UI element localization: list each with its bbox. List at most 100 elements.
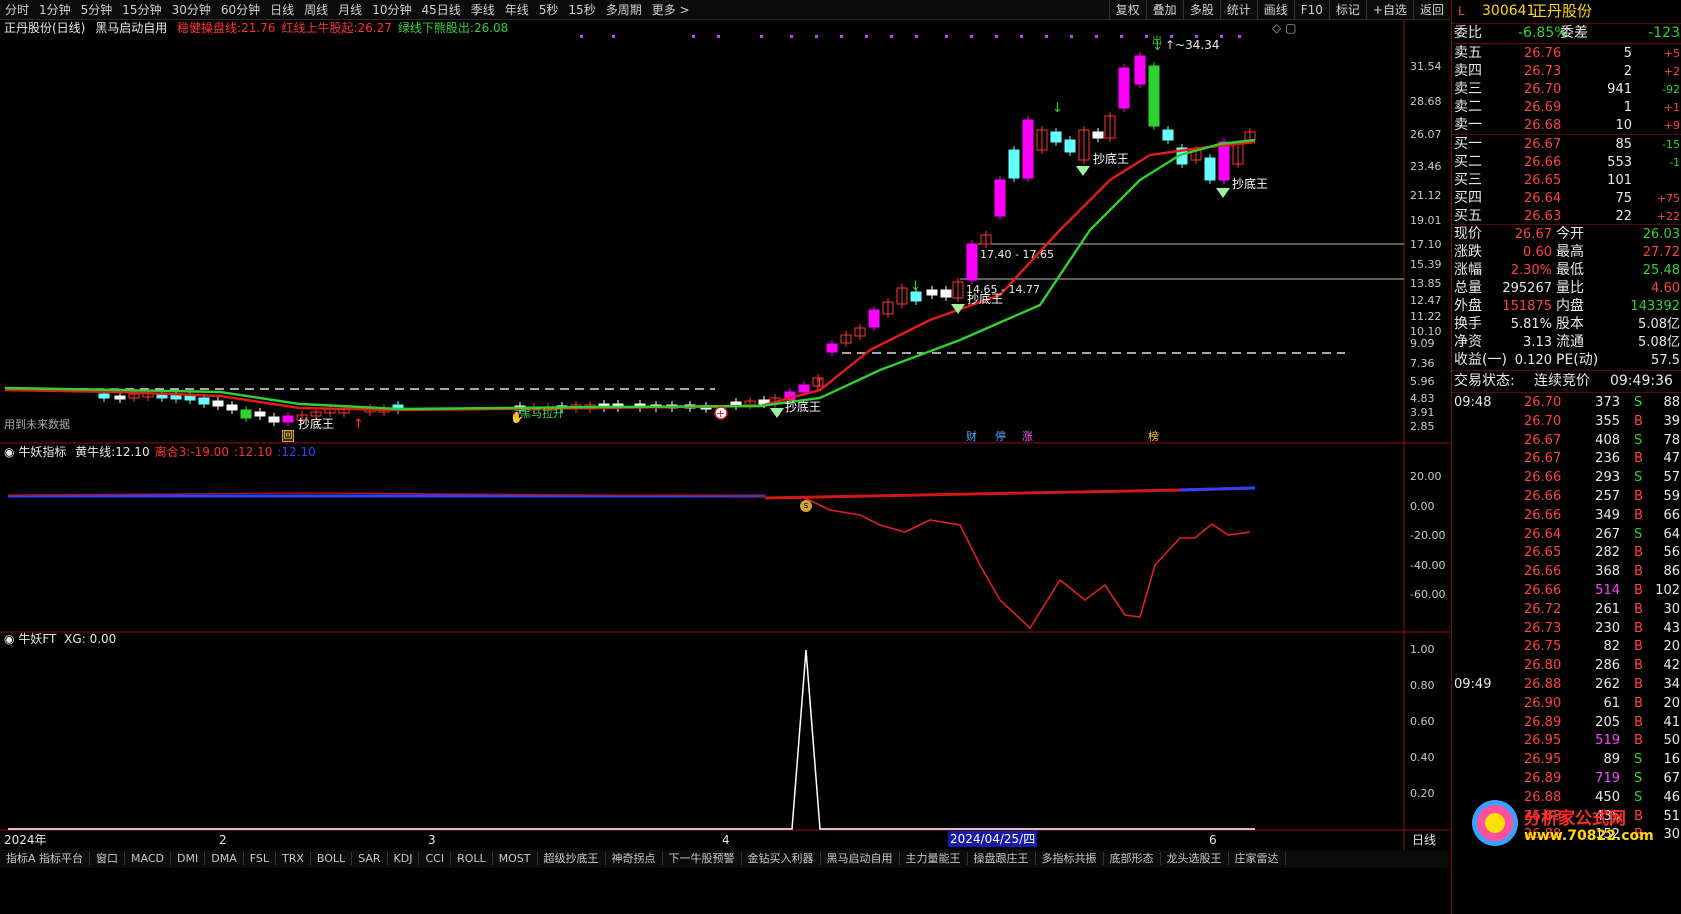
tool-button[interactable]: 返回 [1412,0,1450,19]
period-tab[interactable]: 15秒 [563,0,600,19]
tick-row: 26.72 261 B 30 [1452,601,1681,619]
indicator-tab[interactable]: 多指标共振 [1035,852,1104,865]
asks-price: 26.70 [1524,82,1562,97]
box-icon[interactable]: ▢ [1285,21,1296,35]
bids-label: 买四 [1454,190,1482,206]
collapse-icon[interactable]: ◉ [4,445,14,459]
signal-dots [580,35,1241,38]
asks-change: +5 [1663,47,1680,60]
indicator-tab[interactable]: DMI [171,852,206,865]
tool-button[interactable]: 复权 [1108,0,1146,19]
tick-row: 26.66 349 B 66 [1452,507,1681,525]
indicator-tab[interactable]: MACD [125,852,172,865]
bids-volume: 75 [1615,191,1632,206]
asks-label: 卖五 [1454,45,1482,61]
status-value: 连续竞价 [1534,373,1590,389]
indicator-tab[interactable]: SAR [352,852,388,865]
indicator-tab[interactable]: 底部形态 [1103,852,1161,865]
bids-row[interactable]: 买二 26.66 553 -1 [1452,153,1681,172]
tool-button[interactable]: F10 [1293,0,1329,19]
tool-button[interactable]: 标记 [1328,0,1366,19]
period-tab[interactable]: 季线 [466,0,500,19]
period-tab[interactable]: 年线 [500,0,534,19]
indicator-tab[interactable]: 操盘跟庄王 [967,852,1036,865]
indicator-tab[interactable]: FSL [243,852,276,865]
tick-count: 57 [1663,470,1680,486]
period-tab[interactable]: 15分钟 [117,0,166,19]
stat-row: 总量 295267 量比 4.60 [1452,279,1681,298]
bids-row[interactable]: 买三 26.65 101 [1452,171,1681,190]
indicator-tab[interactable]: 主力量能王 [899,852,968,865]
indicator-tab[interactable]: 神奇拐点 [605,852,663,865]
candle [926,286,938,299]
asks-row[interactable]: 卖五 26.76 5 +5 [1452,44,1681,63]
period-tab[interactable]: 分时 [0,0,34,19]
candle [1162,126,1174,144]
indicator-tab[interactable]: 下一牛股预警 [662,852,742,865]
candle [1134,52,1146,88]
period-tab[interactable]: 月线 [333,0,367,19]
diamond-icon[interactable]: ◇ [1272,21,1281,35]
indicator-tab[interactable]: ROLL [451,852,493,865]
bids-row[interactable]: 买一 26.67 85 -15 [1452,135,1681,154]
indicator-tab[interactable]: 窗口 [90,852,126,865]
candle [854,324,866,340]
tool-button[interactable]: 画线 [1256,0,1294,19]
indicator-tab[interactable]: MOST [492,852,538,865]
asks-volume: 1 [1623,100,1632,115]
asks-row[interactable]: 卖二 26.69 1 +1 [1452,98,1681,117]
indicator-tab[interactable]: 金钻买入利器 [741,852,821,865]
indicator-tab[interactable]: 指标A 指标平台 [0,852,91,865]
stat-value: 5.81% [1510,317,1552,332]
tool-button[interactable]: 统计 [1219,0,1257,19]
signal-dot [890,35,893,38]
period-tab[interactable]: 1分钟 [34,0,76,19]
bids-price: 26.66 [1524,155,1562,170]
candle [1104,112,1116,142]
x-cursor-date: 2024/04/25/四 [948,831,1038,847]
indicator-tab[interactable]: DMA [205,852,244,865]
period-tab[interactable]: 日线 [265,0,299,19]
signal-label: 黑马拉升 [520,407,564,420]
period-tab[interactable]: 60分钟 [216,0,265,19]
chart-corner-controls[interactable]: ◇ ▢ [1272,21,1296,35]
period-tab[interactable]: 5分钟 [76,0,118,19]
tick-side: B [1634,545,1643,561]
indicator-tab[interactable]: 龙头选股王 [1160,852,1229,865]
candle [114,392,126,403]
bids-row[interactable]: 买四 26.64 75 +75 [1452,189,1681,208]
asks-change: -92 [1662,83,1680,96]
indicator-tab[interactable]: 庄家雷达 [1228,852,1286,865]
down-arrow-icon: ↓ [910,279,921,294]
tool-button[interactable]: 叠加 [1145,0,1183,19]
indicator-tab[interactable]: TRX [275,852,311,865]
period-tab[interactable]: 10分钟 [367,0,416,19]
asks-row[interactable]: 卖一 26.68 10 +9 [1452,116,1681,135]
collapse-icon[interactable]: ◉ [4,632,14,646]
indicator-tab[interactable]: CCI [419,852,452,865]
event-finance-icon: 财 [966,430,977,443]
candle-body [1064,139,1076,153]
tick-price: 26.64 [1524,526,1562,542]
tool-button[interactable]: +自选 [1365,0,1413,19]
period-tab[interactable]: 周线 [299,0,333,19]
chart-area[interactable]: ↓ ↓ ↓ ↑ ↑ + [0,20,1450,914]
tick-price: 26.67 [1524,451,1562,467]
period-tab[interactable]: 5秒 [534,0,564,19]
period-tab[interactable]: 45日线 [416,0,465,19]
signal-dot [970,35,973,38]
tool-button[interactable]: 多股 [1182,0,1220,19]
period-tab[interactable]: 多周期 [601,0,647,19]
period-tab[interactable]: 更多 > [647,0,695,19]
indicator-tab[interactable]: BOLL [310,852,353,865]
asks-row[interactable]: 卖三 26.70 941 -92 [1452,80,1681,99]
y-tick-label: -20.00 [1410,529,1446,542]
signal-dot [815,35,818,38]
period-tab[interactable]: 30分钟 [167,0,216,19]
signal-label: 抄底王 [1093,152,1130,166]
indicator-tab[interactable]: 黑马启动自用 [820,852,900,865]
indicator-tab[interactable]: 超级抄底王 [537,852,606,865]
asks-row[interactable]: 卖四 26.73 2 +2 [1452,62,1681,81]
indicator-tab[interactable]: KDJ [387,852,420,865]
tick-side: S [1634,771,1643,786]
